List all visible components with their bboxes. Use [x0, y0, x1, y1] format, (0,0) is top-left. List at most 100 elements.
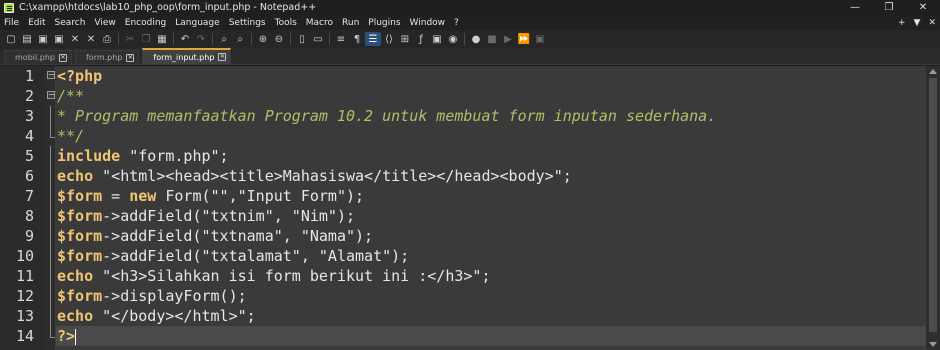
menu-file[interactable]: File — [4, 18, 19, 28]
print-icon[interactable]: ⎙ — [99, 32, 115, 46]
code-line[interactable]: 8 $form->addField("txtnim", "Nim"); — [0, 206, 940, 226]
fold-collapse-icon[interactable]: − — [47, 71, 55, 80]
code-line[interactable]: 10 $form->addField("txtalamat", "Alamat")… — [0, 246, 940, 266]
record-macro-icon[interactable]: ● — [468, 32, 484, 46]
save-macro-icon[interactable]: ▣ — [532, 32, 548, 46]
find-icon[interactable]: ⌕ — [216, 32, 232, 46]
close-window-button[interactable]: ✕ — [906, 0, 940, 15]
folder-workspace-icon[interactable]: ▣ — [429, 32, 445, 46]
undo-icon[interactable]: ↶ — [177, 32, 193, 46]
fold-line-marker — [47, 146, 55, 166]
new-file-icon[interactable]: ▢ — [3, 32, 19, 46]
editor[interactable]: 1 − <?php 2 −/** 3 * Program memanfaatkan Prog… — [0, 66, 940, 350]
cut-icon[interactable]: ✂ — [122, 32, 138, 46]
toolbar-separator — [212, 33, 213, 45]
sync-horizontal-icon[interactable]: ▭ — [310, 32, 326, 46]
zoom-in-icon[interactable]: ⊕ — [255, 32, 271, 46]
tab-label: form_input.php — [153, 52, 215, 62]
code-line[interactable]: 13 echo "</body></html>"; — [0, 306, 940, 326]
code-line[interactable]: 4 **/ — [0, 126, 940, 146]
code-line[interactable]: 2 −/** — [0, 86, 940, 106]
paste-icon[interactable]: ▦ — [154, 32, 170, 46]
menu-window[interactable]: Window — [410, 18, 446, 28]
code-line[interactable]: 14 ?> — [16, 326, 926, 346]
scroll-thumb[interactable] — [929, 78, 937, 332]
code-text: /** — [57, 86, 84, 106]
monitoring-icon[interactable]: ◉ — [445, 32, 461, 46]
vertical-scrollbar[interactable] — [926, 66, 940, 350]
copy-icon[interactable]: ❐ — [138, 32, 154, 46]
document-map-icon[interactable]: ⊞ — [397, 32, 413, 46]
tab-list-icon[interactable]: ▼ — [914, 18, 921, 28]
tab-form-input-php[interactable]: form_input.php ✕ — [142, 48, 232, 64]
tab-label: mobil.php — [15, 53, 55, 62]
menu-run[interactable]: Run — [342, 18, 359, 28]
new-tab-icon[interactable]: + — [898, 18, 906, 28]
fold-collapse-icon[interactable]: − — [47, 91, 55, 100]
code-line[interactable]: 9 $form->addField("txtnama", "Nama"); — [0, 226, 940, 246]
line-number: 8 — [24, 207, 34, 225]
minimize-button[interactable]: — — [838, 0, 872, 15]
menu-search[interactable]: Search — [55, 18, 86, 28]
code-token: "<h3>Silahkan isi form berikut ini :</h3… — [93, 267, 491, 285]
code-token: "</body></html>"; — [93, 307, 256, 325]
close-all-icon[interactable]: ✕ — [83, 32, 99, 46]
menu-encoding[interactable]: Encoding — [125, 18, 166, 28]
stop-record-icon[interactable]: ■ — [484, 32, 500, 46]
toolbar-separator — [290, 33, 291, 45]
scroll-down-arrow-icon[interactable] — [929, 342, 937, 347]
zoom-out-icon[interactable]: ⊖ — [271, 32, 287, 46]
menu-plugins[interactable]: Plugins — [368, 18, 400, 28]
code-token: ?> — [57, 327, 76, 345]
tab-mobil-php[interactable]: mobil.php ✕ — [4, 50, 72, 64]
play-macro-icon[interactable]: ▶ — [500, 32, 516, 46]
open-file-icon[interactable]: ▤ — [19, 32, 35, 46]
code-line[interactable]: 5 include "form.php"; — [0, 146, 940, 166]
scroll-up-arrow-icon[interactable] — [929, 69, 937, 74]
line-number: 4 — [24, 127, 34, 145]
xml-tag-icon[interactable]: ⟨⟩ — [381, 32, 397, 46]
function-list-icon[interactable]: ƒ — [413, 32, 429, 46]
menu-view[interactable]: View — [94, 18, 115, 28]
menu-tools[interactable]: Tools — [275, 18, 297, 28]
menu-macro[interactable]: Macro — [306, 18, 333, 28]
tab-close-icon[interactable]: ✕ — [126, 53, 135, 62]
line-number: 14 — [15, 327, 34, 345]
menu-help[interactable]: ? — [454, 18, 459, 28]
fold-line-marker — [47, 206, 55, 226]
tab-form-php[interactable]: form.php ✕ — [74, 50, 140, 64]
show-all-chars-icon[interactable]: ¶ — [349, 32, 365, 46]
window-title: C:\xampp\htdocs\lab10_php_oop\form_input… — [19, 2, 317, 13]
menu-language[interactable]: Language — [175, 18, 219, 28]
code-token: echo — [57, 267, 94, 285]
tab-label: form.php — [85, 53, 123, 62]
code-token: ->addField("txtalamat", "Alamat"); — [102, 247, 410, 265]
code-text: **/ — [57, 126, 84, 146]
code-line[interactable]: 12 $form->displayForm(); — [0, 286, 940, 306]
tab-close-icon[interactable]: ✕ — [58, 53, 67, 62]
word-wrap-icon[interactable]: ≡ — [333, 32, 349, 46]
line-number: 6 — [24, 167, 34, 185]
close-document-icon[interactable]: ✕ — [928, 18, 936, 28]
fold-line-marker — [47, 106, 55, 126]
line-number: 13 — [15, 307, 34, 325]
maximize-button[interactable]: ❐ — [872, 0, 906, 15]
menu-edit[interactable]: Edit — [28, 18, 45, 28]
save-all-icon[interactable]: ▣ — [51, 32, 67, 46]
code-line[interactable]: 6 echo "<html><head><title>Mahasiswa</tit… — [0, 166, 940, 186]
run-macro-multiple-icon[interactable]: ⏩ — [516, 32, 532, 46]
code-line[interactable]: 1 − <?php — [0, 66, 940, 86]
tab-close-icon[interactable]: ✕ — [218, 53, 227, 61]
replace-icon[interactable]: ⌕ — [232, 32, 248, 46]
code-line[interactable]: 11 echo "<h3>Silahkan isi form berikut in… — [0, 266, 940, 286]
sync-vertical-icon[interactable]: ▯ — [294, 32, 310, 46]
menu-settings[interactable]: Settings — [229, 18, 266, 28]
toolbar: ▢ ▤ ▣ ▣ ✕ ✕ ⎙ ✂ ❐ ▦ ↶ ↷ ⌕ ⌕ ⊕ ⊖ ▯ ▭ ≡ ¶ ☰ ⟨⟩ ⊞ ƒ ▣ ◉ ● ■ ▶ ⏩ ▣ — [0, 30, 940, 48]
code-line[interactable]: 7 $form = new Form("","Input Form"); — [0, 186, 940, 206]
code-token: <?php — [57, 67, 103, 85]
save-icon[interactable]: ▣ — [35, 32, 51, 46]
redo-icon[interactable]: ↷ — [193, 32, 209, 46]
code-line[interactable]: 3 * Program memanfaatkan Program 10.2 unt… — [0, 106, 940, 126]
close-icon[interactable]: ✕ — [67, 32, 83, 46]
indent-guide-icon[interactable]: ☰ — [365, 32, 381, 46]
